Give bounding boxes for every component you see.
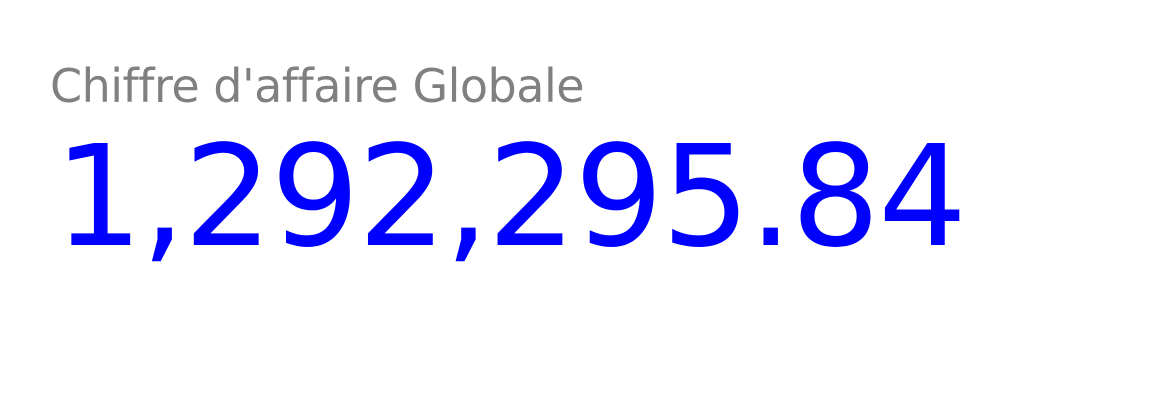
kpi-title: Chiffre d'affaire Globale [50, 59, 585, 113]
kpi-value: 1,292,295.84 [54, 116, 967, 279]
kpi-card: Chiffre d'affaire Globale 1,292,295.84 [0, 0, 1150, 400]
